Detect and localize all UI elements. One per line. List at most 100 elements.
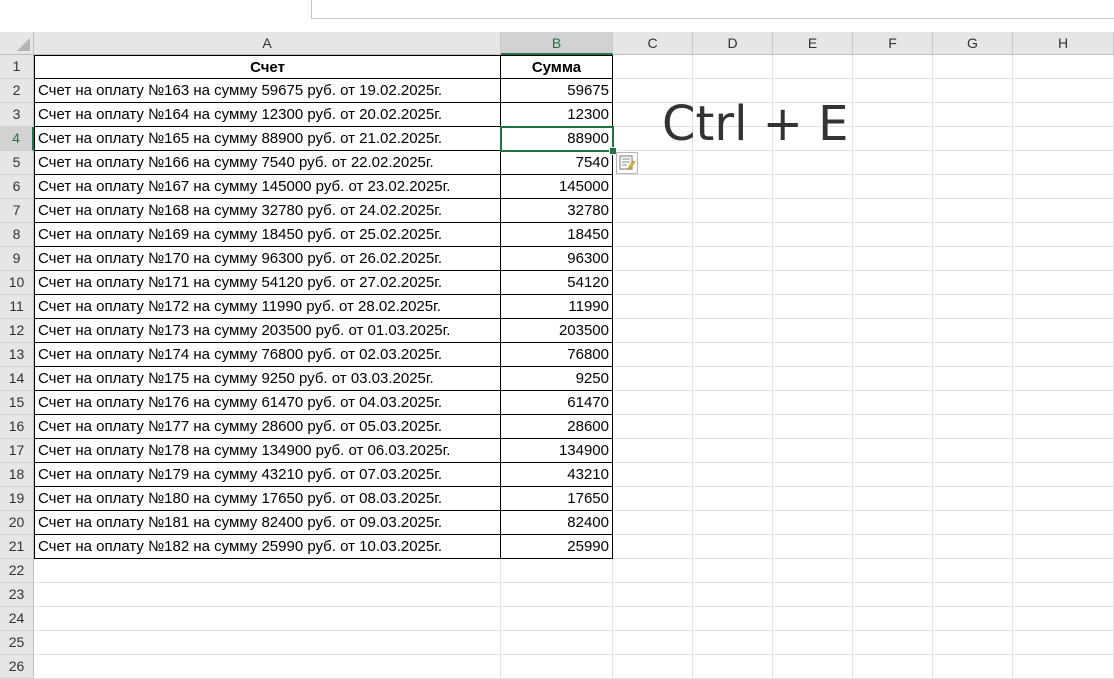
row-header[interactable]: 25	[0, 631, 34, 655]
row-header[interactable]: 19	[0, 487, 34, 511]
cell-e20[interactable]	[773, 511, 853, 535]
cell-d24[interactable]	[693, 607, 773, 631]
column-header-d[interactable]: D	[693, 32, 773, 55]
cell-d1[interactable]	[693, 55, 773, 79]
cell-g15[interactable]	[933, 391, 1013, 415]
cell-c14[interactable]	[613, 367, 693, 391]
cell-f6[interactable]	[853, 175, 933, 199]
cell-b3[interactable]: 12300	[501, 103, 613, 127]
cell-h1[interactable]	[1013, 55, 1114, 79]
column-header-a[interactable]: A	[34, 32, 501, 55]
cell-h25[interactable]	[1013, 631, 1114, 655]
row-header[interactable]: 22	[0, 559, 34, 583]
cell-g12[interactable]	[933, 319, 1013, 343]
cell-f13[interactable]	[853, 343, 933, 367]
cell-a10[interactable]: Счет на оплату №171 на сумму 54120 руб. …	[34, 271, 501, 295]
cell-b14[interactable]: 9250	[501, 367, 613, 391]
cell-g5[interactable]	[933, 151, 1013, 175]
cell-b22[interactable]	[501, 559, 613, 583]
cell-c17[interactable]	[613, 439, 693, 463]
cell-e26[interactable]	[773, 655, 853, 679]
cell-h19[interactable]	[1013, 487, 1114, 511]
cell-a23[interactable]	[34, 583, 501, 607]
cell-c23[interactable]	[613, 583, 693, 607]
row-header[interactable]: 5	[0, 151, 34, 175]
cell-g6[interactable]	[933, 175, 1013, 199]
cell-g19[interactable]	[933, 487, 1013, 511]
cell-g25[interactable]	[933, 631, 1013, 655]
cell-a12[interactable]: Счет на оплату №173 на сумму 203500 руб.…	[34, 319, 501, 343]
cell-c24[interactable]	[613, 607, 693, 631]
cell-c16[interactable]	[613, 415, 693, 439]
cell-c21[interactable]	[613, 535, 693, 559]
cell-e10[interactable]	[773, 271, 853, 295]
cell-a5[interactable]: Счет на оплату №166 на сумму 7540 руб. о…	[34, 151, 501, 175]
cell-a21[interactable]: Счет на оплату №182 на сумму 25990 руб. …	[34, 535, 501, 559]
cell-c8[interactable]	[613, 223, 693, 247]
cell-f25[interactable]	[853, 631, 933, 655]
cell-g21[interactable]	[933, 535, 1013, 559]
row-header[interactable]: 4	[0, 127, 34, 151]
column-header-b[interactable]: B	[501, 32, 613, 55]
cell-d9[interactable]	[693, 247, 773, 271]
cell-f1[interactable]	[853, 55, 933, 79]
cell-a7[interactable]: Счет на оплату №168 на сумму 32780 руб. …	[34, 199, 501, 223]
cell-h16[interactable]	[1013, 415, 1114, 439]
row-header[interactable]: 14	[0, 367, 34, 391]
row-header[interactable]: 9	[0, 247, 34, 271]
cell-b7[interactable]: 32780	[501, 199, 613, 223]
cell-b18[interactable]: 43210	[501, 463, 613, 487]
cell-a25[interactable]	[34, 631, 501, 655]
cell-h20[interactable]	[1013, 511, 1114, 535]
cell-e21[interactable]	[773, 535, 853, 559]
cell-a9[interactable]: Счет на оплату №170 на сумму 96300 руб. …	[34, 247, 501, 271]
cell-e19[interactable]	[773, 487, 853, 511]
cell-d6[interactable]	[693, 175, 773, 199]
cell-c22[interactable]	[613, 559, 693, 583]
cell-c25[interactable]	[613, 631, 693, 655]
cell-f20[interactable]	[853, 511, 933, 535]
cell-b17[interactable]: 134900	[501, 439, 613, 463]
cell-g26[interactable]	[933, 655, 1013, 679]
row-header[interactable]: 11	[0, 295, 34, 319]
row-header[interactable]: 26	[0, 655, 34, 679]
cell-b5[interactable]: 7540	[501, 151, 613, 175]
row-header[interactable]: 18	[0, 463, 34, 487]
cell-d16[interactable]	[693, 415, 773, 439]
column-header-h[interactable]: H	[1013, 32, 1114, 55]
cell-d15[interactable]	[693, 391, 773, 415]
row-header[interactable]: 20	[0, 511, 34, 535]
select-all-button[interactable]	[0, 32, 34, 55]
cell-c13[interactable]	[613, 343, 693, 367]
row-header[interactable]: 10	[0, 271, 34, 295]
cell-g22[interactable]	[933, 559, 1013, 583]
cell-d12[interactable]	[693, 319, 773, 343]
cell-b24[interactable]	[501, 607, 613, 631]
cell-b10[interactable]: 54120	[501, 271, 613, 295]
cell-h10[interactable]	[1013, 271, 1114, 295]
cell-g13[interactable]	[933, 343, 1013, 367]
cell-d22[interactable]	[693, 559, 773, 583]
row-header[interactable]: 21	[0, 535, 34, 559]
cell-a8[interactable]: Счет на оплату №169 на сумму 18450 руб. …	[34, 223, 501, 247]
cell-a15[interactable]: Счет на оплату №176 на сумму 61470 руб. …	[34, 391, 501, 415]
cell-h23[interactable]	[1013, 583, 1114, 607]
cell-g24[interactable]	[933, 607, 1013, 631]
cell-a26[interactable]	[34, 655, 501, 679]
flash-fill-options-button[interactable]	[616, 152, 638, 174]
cell-h21[interactable]	[1013, 535, 1114, 559]
row-header[interactable]: 1	[0, 55, 34, 79]
cell-e9[interactable]	[773, 247, 853, 271]
column-header-f[interactable]: F	[853, 32, 933, 55]
cell-e12[interactable]	[773, 319, 853, 343]
cell-g20[interactable]	[933, 511, 1013, 535]
cell-h6[interactable]	[1013, 175, 1114, 199]
cell-a1[interactable]: Счет	[34, 55, 501, 79]
cell-g4[interactable]	[933, 127, 1013, 151]
cell-f21[interactable]	[853, 535, 933, 559]
cell-c15[interactable]	[613, 391, 693, 415]
cell-d23[interactable]	[693, 583, 773, 607]
cell-c19[interactable]	[613, 487, 693, 511]
cell-e18[interactable]	[773, 463, 853, 487]
cell-f16[interactable]	[853, 415, 933, 439]
